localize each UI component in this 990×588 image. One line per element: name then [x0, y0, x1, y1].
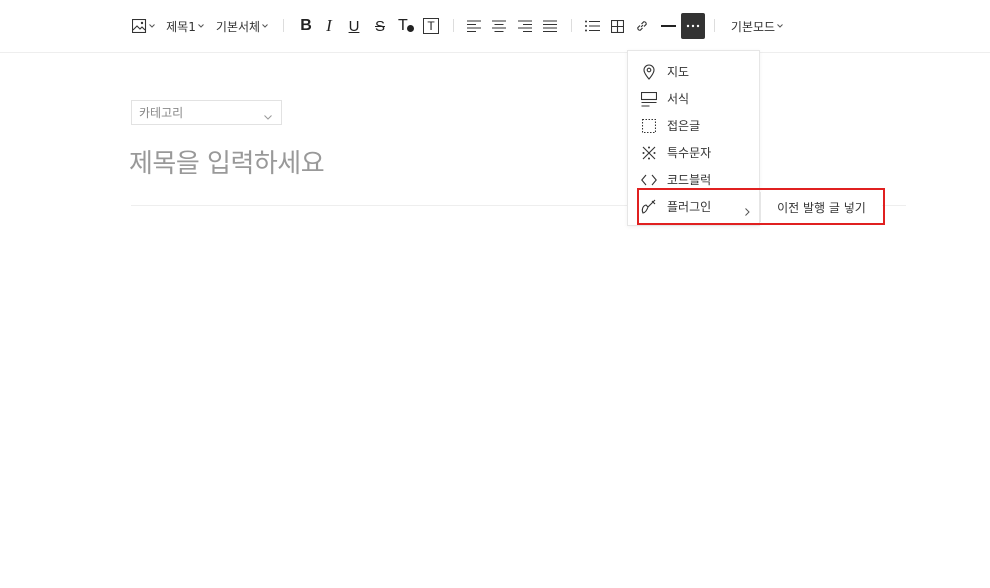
fold-icon: [640, 117, 658, 135]
chevron-down-icon: [777, 24, 783, 28]
menu-item-label: 특수문자: [667, 146, 712, 160]
category-select[interactable]: 카테고리: [131, 100, 282, 125]
menu-item-plugin[interactable]: 플러그인: [628, 193, 759, 220]
plugin-icon: [640, 198, 658, 216]
strikethrough-icon: S: [374, 17, 385, 35]
horizontal-line-button[interactable]: [658, 14, 678, 38]
strikethrough-button[interactable]: S: [371, 14, 389, 38]
align-justify-button[interactable]: [541, 14, 559, 38]
category-select-label: 카테고리: [139, 106, 184, 120]
chevron-down-icon: [264, 109, 272, 123]
list-button[interactable]: [583, 14, 601, 38]
template-icon: [640, 90, 658, 108]
editor-mode-select[interactable]: 기본모드: [731, 14, 783, 38]
menu-item-code-block[interactable]: 코드블럭: [628, 166, 759, 193]
menu-item-special-char[interactable]: 특수문자: [628, 139, 759, 166]
menu-item-map[interactable]: 지도: [628, 58, 759, 85]
editor-toolbar: 제목1 기본서체 B I U S T T 기본모드: [0, 0, 990, 53]
more-button[interactable]: [681, 13, 705, 39]
list-icon: [584, 20, 600, 32]
menu-item-fold[interactable]: 접은글: [628, 112, 759, 139]
menu-item-label: 접은글: [667, 119, 701, 133]
more-icon: [686, 24, 700, 28]
image-insert-button[interactable]: [130, 14, 156, 38]
plugin-submenu-item-import-previous-post[interactable]: 이전 발행 글 넣기: [760, 192, 882, 222]
toolbar-divider: [714, 19, 715, 32]
menu-item-label: 지도: [667, 65, 690, 79]
menu-item-label: 플러그인: [667, 200, 712, 214]
bold-button[interactable]: B: [297, 14, 315, 38]
underline-icon: U: [348, 17, 360, 35]
table-button[interactable]: [608, 14, 626, 38]
align-left-button[interactable]: [465, 14, 483, 38]
image-icon: [131, 19, 147, 33]
heading-select-label: 제목1: [166, 19, 196, 34]
code-icon: [640, 171, 658, 189]
align-center-icon: [492, 20, 506, 32]
text-color-glyph: T: [398, 17, 408, 34]
heading-select[interactable]: 제목1: [166, 14, 204, 38]
align-right-button[interactable]: [516, 14, 534, 38]
submenu-item-label: 이전 발행 글 넣기: [777, 200, 866, 215]
underline-button[interactable]: U: [345, 14, 363, 38]
post-title-input[interactable]: 제목을 입력하세요: [129, 143, 325, 180]
horizontal-line-icon: [660, 24, 676, 28]
more-dropdown-menu: 지도 서식 접은글 특수문자 코드블럭 플러그인: [627, 50, 760, 226]
font-select[interactable]: 기본서체: [216, 14, 268, 38]
menu-item-label: 코드블럭: [667, 173, 712, 187]
special-char-icon: [640, 144, 658, 162]
align-left-icon: [467, 20, 481, 32]
italic-icon: I: [326, 16, 332, 35]
text-background-button[interactable]: T: [422, 14, 440, 38]
align-justify-icon: [543, 20, 557, 32]
text-background-glyph: T: [427, 19, 435, 33]
chevron-right-icon: [745, 201, 750, 220]
toolbar-divider: [283, 19, 284, 32]
table-icon: [610, 19, 624, 33]
font-select-label: 기본서체: [215, 19, 261, 34]
editor-mode-label: 기본모드: [730, 19, 776, 34]
chevron-down-icon: [148, 24, 155, 28]
italic-button[interactable]: I: [320, 14, 338, 38]
toolbar-divider: [571, 19, 572, 32]
text-background-icon: T: [423, 18, 439, 34]
map-pin-icon: [640, 63, 658, 81]
link-button[interactable]: [633, 14, 651, 38]
chevron-down-icon: [262, 24, 268, 28]
chevron-down-icon: [198, 24, 204, 28]
align-center-button[interactable]: [490, 14, 508, 38]
menu-item-template[interactable]: 서식: [628, 85, 759, 112]
text-color-icon: T: [397, 17, 415, 34]
text-color-button[interactable]: T: [395, 14, 417, 38]
link-icon: [635, 19, 649, 33]
align-right-icon: [518, 20, 532, 32]
menu-item-label: 서식: [667, 92, 690, 106]
bold-icon: B: [300, 17, 312, 34]
toolbar-divider: [453, 19, 454, 32]
